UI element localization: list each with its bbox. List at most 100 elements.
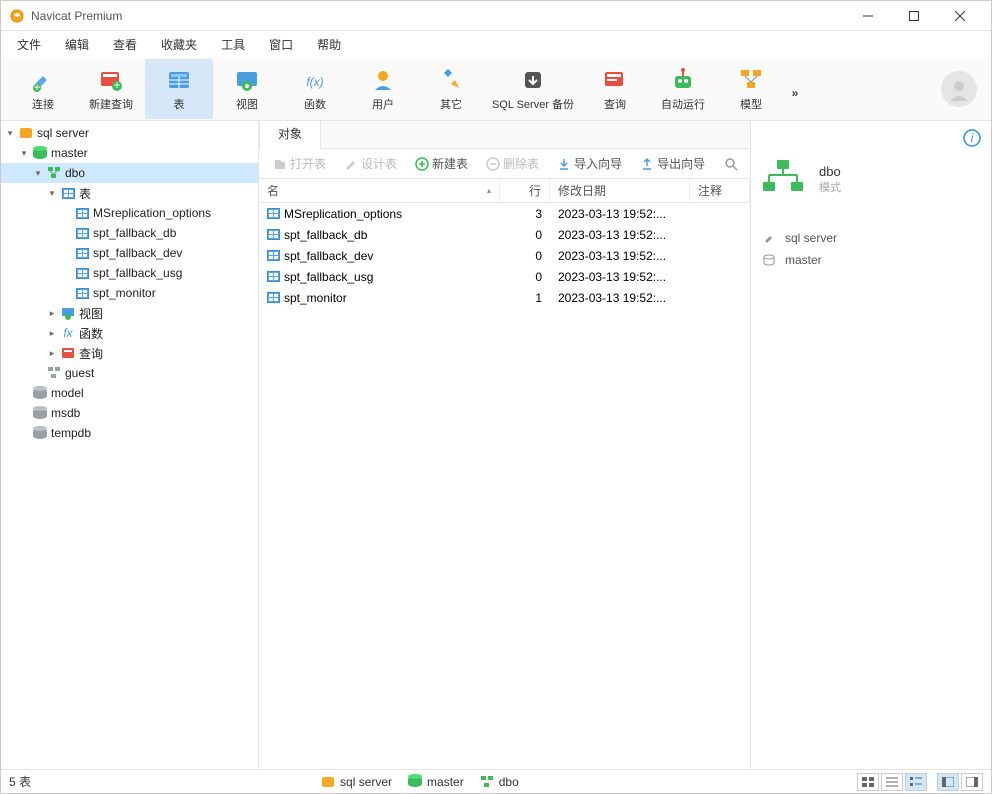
view-grid-button[interactable] [857,773,879,791]
main-toolbar: + 连接 + 新建查询 表 视图 f(x) 函数 用户 其它 SQL Serve… [1,57,991,121]
table-row[interactable]: MSreplication_options 3 2023-03-13 19:52… [259,203,750,224]
tree-table-item[interactable]: MSreplication_options [1,203,258,223]
info-panel: i dbo 模式 sql server master [751,121,991,769]
user-avatar[interactable] [941,71,977,107]
maximize-button[interactable] [891,1,937,31]
tree-table-item[interactable]: spt_fallback_dev [1,243,258,263]
app-icon [9,8,25,24]
toolbar-query[interactable]: 查询 [581,59,649,119]
tree-db-master[interactable]: ▾ master [1,143,258,163]
import-wizard-button[interactable]: 导入向导 [551,152,628,175]
svg-text:+: + [113,78,120,92]
tree-db-msdb[interactable]: msdb [1,403,258,423]
col-header-note[interactable]: 注释 [690,179,750,202]
col-header-name[interactable]: 名▴ [259,179,500,202]
chevron-down-icon: ▾ [31,168,45,179]
menu-fav[interactable]: 收藏夹 [149,32,209,57]
menu-edit[interactable]: 编辑 [53,32,101,57]
minimize-button[interactable] [845,1,891,31]
toolbar-other[interactable]: 其它 [417,59,485,119]
info-subtitle: 模式 [819,179,841,195]
toolbar-user[interactable]: 用户 [349,59,417,119]
tools-icon [437,66,465,94]
tree-group-views[interactable]: ▸ 视图 [1,303,258,323]
table-row[interactable]: spt_monitor 1 2023-03-13 19:52:... [259,287,750,308]
design-icon [344,157,358,171]
table-icon [267,292,280,303]
search-icon [724,157,738,171]
toolbar-view[interactable]: 视图 [213,59,281,119]
status-view-switcher [857,773,983,791]
view-list-button[interactable] [881,773,903,791]
tree-table-item[interactable]: spt_fallback_db [1,223,258,243]
toolbar-table[interactable]: 表 [145,59,213,119]
tree-server[interactable]: ▾ sql server [1,123,258,143]
tree-table-item[interactable]: spt_monitor [1,283,258,303]
schema-big-icon [761,158,805,201]
tree-group-queries[interactable]: ▸ 查询 [1,343,258,363]
toolbar-function[interactable]: f(x) 函数 [281,59,349,119]
table-icon [267,208,280,219]
toolbar-model[interactable]: 模型 [717,59,785,119]
table-group-icon [59,188,77,199]
info-name: dbo [819,164,841,179]
panel-right-button[interactable] [961,773,983,791]
avatar-icon [947,77,971,101]
tree-group-tables[interactable]: ▾ 表 [1,183,258,203]
info-icon[interactable]: i [963,129,981,150]
delete-table-button[interactable]: 删除表 [480,152,545,175]
crumb-server[interactable]: sql server [321,775,392,789]
tree-schema-dbo[interactable]: ▾ dbo [1,163,258,183]
toolbar-autorun[interactable]: 自动运行 [649,59,717,119]
tree-table-item[interactable]: spt_fallback_usg [1,263,258,283]
chevron-down-icon: ▾ [45,188,59,199]
database-icon [31,408,49,419]
panel-left-button[interactable] [937,773,959,791]
open-table-button[interactable]: 打开表 [267,152,332,175]
table-icon [267,250,280,261]
crumb-schema[interactable]: dbo [480,775,519,789]
menubar: 文件 编辑 查看 收藏夹 工具 窗口 帮助 [1,31,991,57]
svg-text:fx: fx [63,326,73,340]
table-icon [267,229,280,240]
table-row[interactable]: spt_fallback_usg 0 2023-03-13 19:52:... [259,266,750,287]
schema-icon [480,775,494,789]
toolbar-overflow[interactable]: » [785,78,805,100]
minus-icon [486,157,500,171]
menu-window[interactable]: 窗口 [257,32,305,57]
search-button[interactable] [720,153,742,175]
schema-icon [45,366,63,380]
tree-group-functions[interactable]: ▸ fx 函数 [1,323,258,343]
table-icon [73,268,91,279]
design-table-button[interactable]: 设计表 [338,152,403,175]
list-body[interactable]: MSreplication_options 3 2023-03-13 19:52… [259,203,750,769]
tab-objects[interactable]: 对象 [259,121,321,149]
col-header-rows[interactable]: 行 [500,179,550,202]
table-row[interactable]: spt_fallback_dev 0 2023-03-13 19:52:... [259,245,750,266]
menu-view[interactable]: 查看 [101,32,149,57]
chevron-down-icon: ▾ [17,148,31,159]
close-button[interactable] [937,1,983,31]
breadcrumb: sql server master dbo [321,775,519,789]
col-header-date[interactable]: 修改日期 [550,179,690,202]
crumb-database[interactable]: master [408,775,464,789]
tree-db-tempdb[interactable]: tempdb [1,423,258,443]
center-panel: 对象 打开表 设计表 新建表 删除表 导入向导 [259,121,751,769]
tree-db-model[interactable]: model [1,383,258,403]
info-db-line: master [761,249,981,271]
new-table-button[interactable]: 新建表 [409,152,474,175]
menu-file[interactable]: 文件 [5,32,53,57]
status-count: 5 表 [9,773,31,790]
toolbar-newquery[interactable]: + 新建查询 [77,59,145,119]
tree-panel[interactable]: ▾ sql server ▾ master ▾ dbo ▾ 表 MSreplic… [1,121,259,769]
view-detail-button[interactable] [905,773,927,791]
menu-help[interactable]: 帮助 [305,32,353,57]
tree-schema-guest[interactable]: guest [1,363,258,383]
export-wizard-button[interactable]: 导出向导 [634,152,711,175]
titlebar: Navicat Premium [1,1,991,31]
database-icon [408,776,422,787]
menu-tools[interactable]: 工具 [209,32,257,57]
table-row[interactable]: spt_fallback_db 0 2023-03-13 19:52:... [259,224,750,245]
toolbar-backup[interactable]: SQL Server 备份 [485,59,581,119]
toolbar-connect[interactable]: + 连接 [9,59,77,119]
